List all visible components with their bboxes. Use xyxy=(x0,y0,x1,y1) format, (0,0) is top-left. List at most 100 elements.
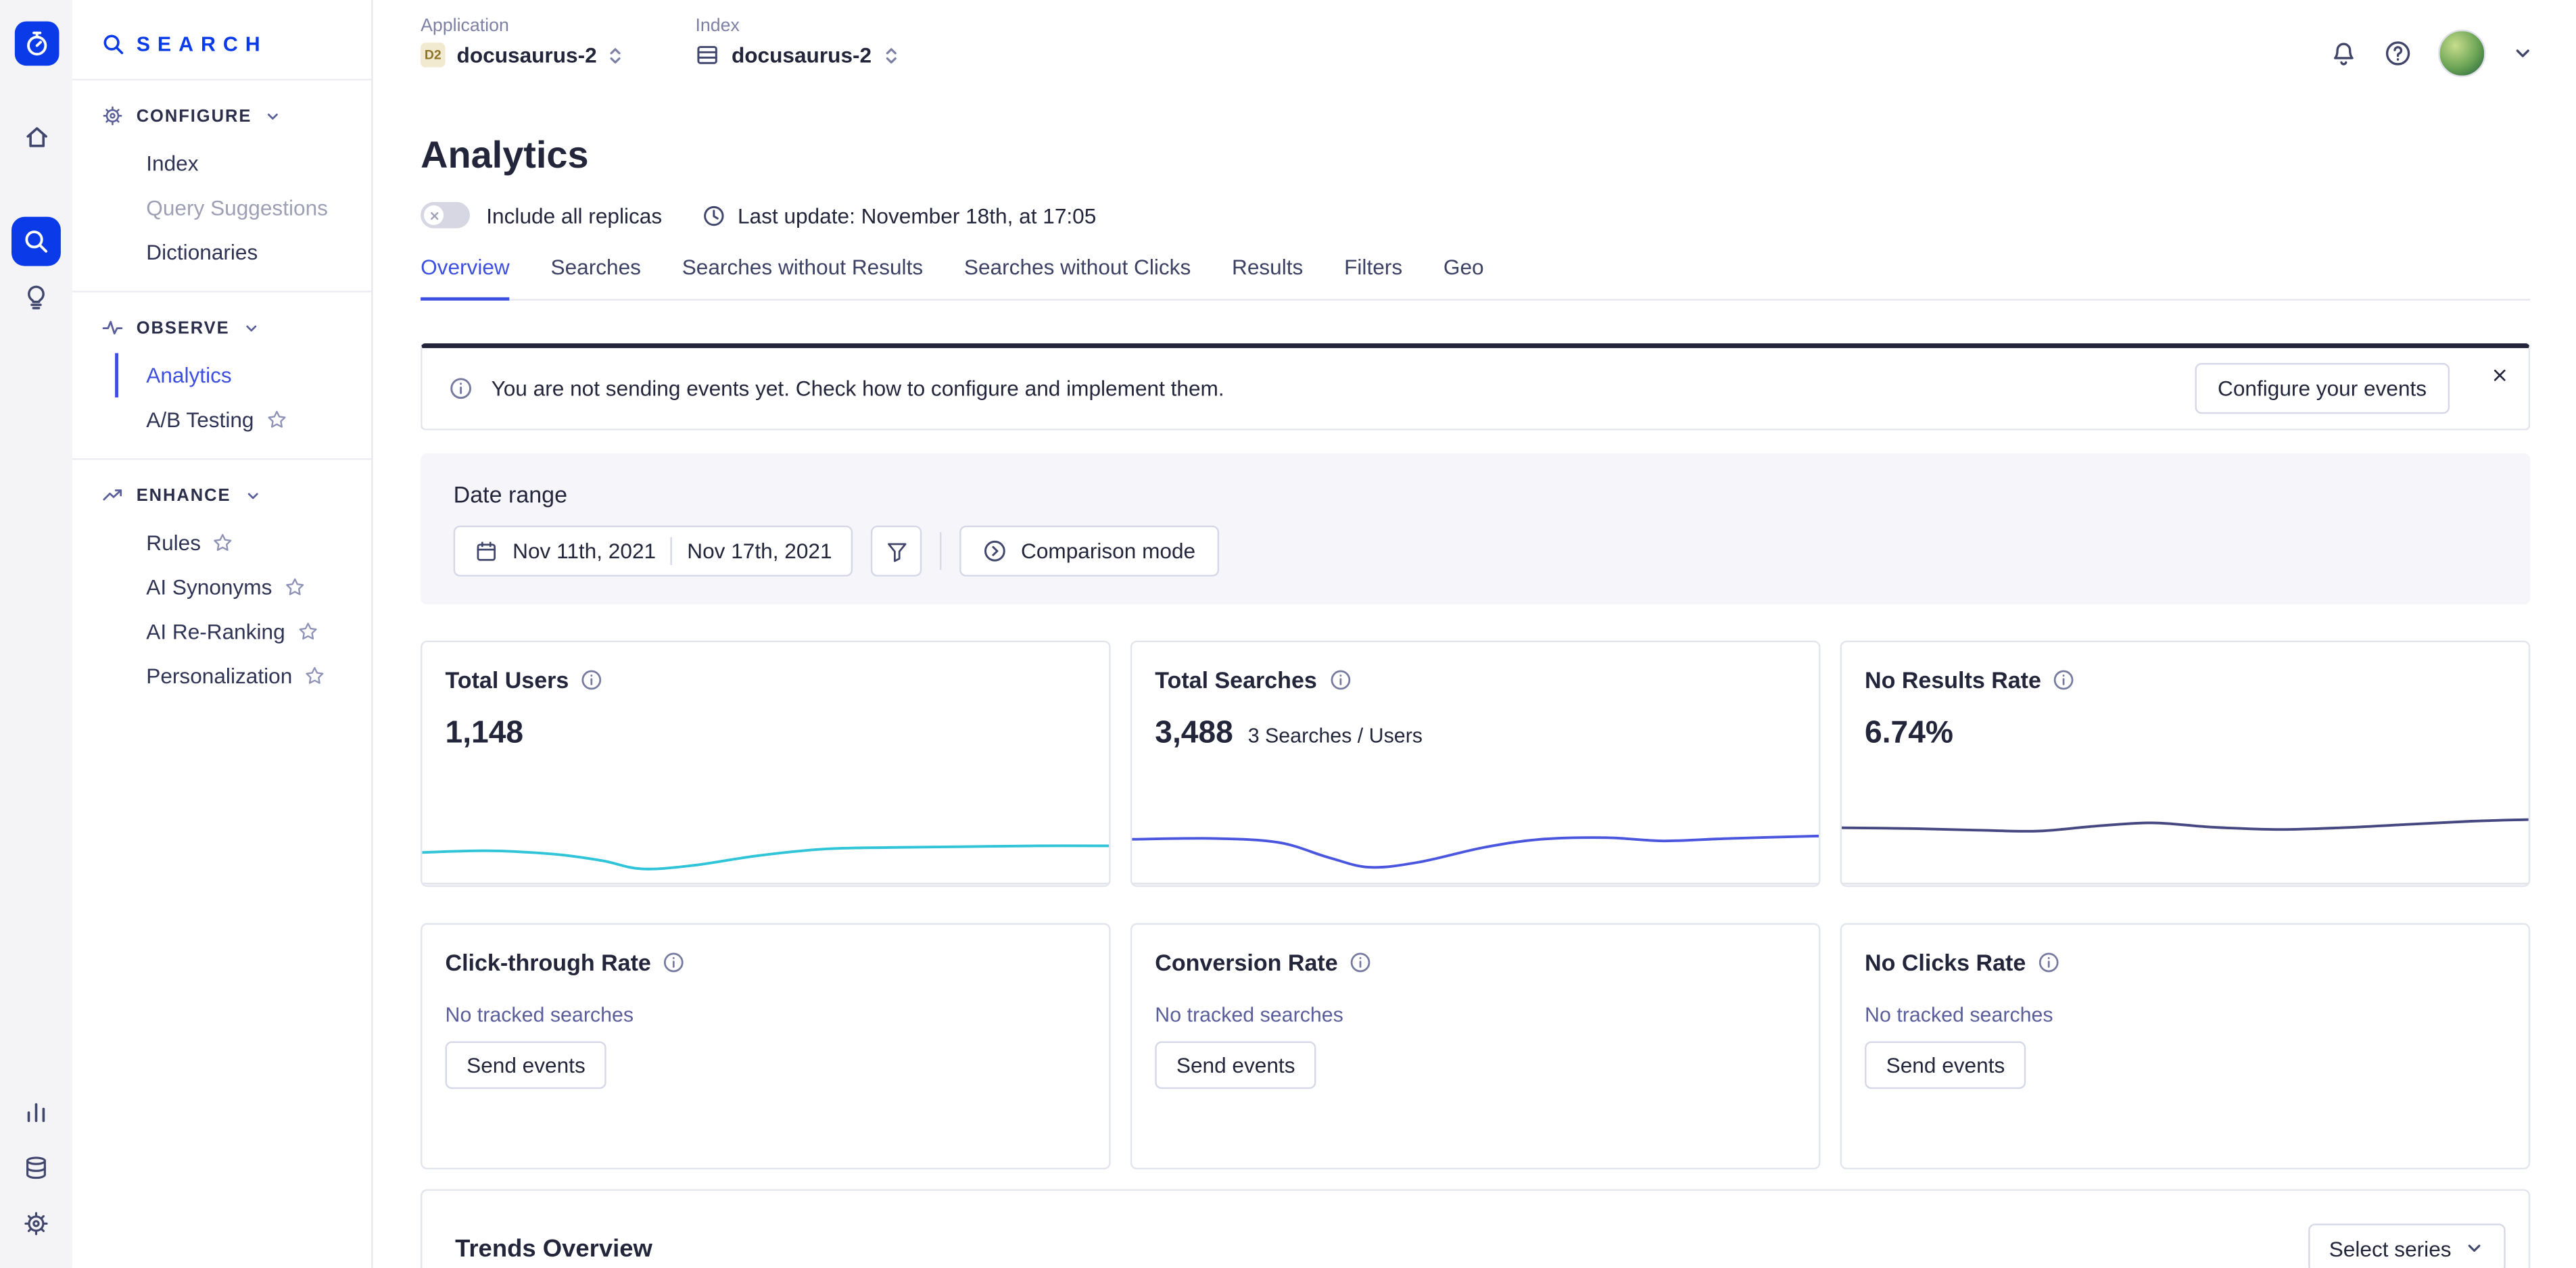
filter-button[interactable] xyxy=(872,526,922,577)
card-header: No Clicks Rate xyxy=(1842,925,2529,975)
sidebar-item-index[interactable]: Index xyxy=(115,141,371,186)
info-icon xyxy=(448,376,473,400)
info-icon[interactable] xyxy=(580,668,603,691)
application-selector-value[interactable]: D2 docusaurus-2 xyxy=(421,43,623,67)
tab-filters[interactable]: Filters xyxy=(1344,255,1402,301)
sidebar-item-rules[interactable]: Rules xyxy=(115,520,371,565)
section-label: CONFIGURE xyxy=(137,106,252,126)
trends-title: Trends Overview xyxy=(455,1234,652,1262)
select-series-button[interactable]: Select series xyxy=(2308,1223,2506,1268)
topbar: Application D2 docusaurus-2 Index docusa… xyxy=(373,0,2576,94)
sidebar-items: Index Query Suggestions Dictionaries xyxy=(72,141,371,291)
product-sidebar: SEARCH CONFIGURE Index Query Suggestions… xyxy=(72,0,373,1268)
star-icon xyxy=(304,665,325,687)
card-value-row: 3,488 3 Searches / Users xyxy=(1132,716,1819,752)
account-menu-button[interactable] xyxy=(2512,43,2533,64)
main-area: Application D2 docusaurus-2 Index docusa… xyxy=(373,0,2576,1268)
rail-usage-button[interactable] xyxy=(11,1088,61,1137)
bar-chart-icon xyxy=(23,1099,49,1125)
help-button[interactable] xyxy=(2384,39,2412,67)
card-header: Click-through Rate xyxy=(423,925,1110,975)
algolia-logo[interactable] xyxy=(14,22,59,66)
sidebar-item-ab-testing[interactable]: A/B Testing xyxy=(115,397,371,442)
sidebar-item-label: Index xyxy=(146,151,198,176)
card-header: Total Users xyxy=(423,642,1110,693)
send-events-button[interactable]: Send events xyxy=(1155,1042,1316,1089)
tab-geo[interactable]: Geo xyxy=(1444,255,1484,301)
sidebar-item-label: AI Re-Ranking xyxy=(146,619,285,643)
tab-searches[interactable]: Searches xyxy=(551,255,641,301)
rail-recommend-button[interactable] xyxy=(11,272,61,322)
index-selector-value[interactable]: docusaurus-2 xyxy=(695,43,897,67)
star-icon xyxy=(212,532,234,554)
comparison-mode-button[interactable]: Comparison mode xyxy=(960,526,1218,577)
product-brand-label: SEARCH xyxy=(137,33,268,56)
sidebar-section-enhance-header[interactable]: ENHANCE xyxy=(72,470,371,520)
card-subvalue: 3 Searches / Users xyxy=(1248,725,1423,748)
application-selector-label: Application xyxy=(421,16,623,36)
card-title: Click-through Rate xyxy=(446,950,651,976)
sidebar-item-label: Analytics xyxy=(146,363,231,387)
date-range-label: Date range xyxy=(454,481,2498,508)
star-icon xyxy=(266,409,287,431)
sidebar-item-analytics[interactable]: Analytics xyxy=(115,353,371,397)
calendar-icon xyxy=(475,539,498,562)
lightbulb-icon xyxy=(23,284,49,310)
rail-search-button[interactable] xyxy=(11,217,61,266)
include-replicas-toggle[interactable] xyxy=(421,202,470,228)
sparkline-path xyxy=(1842,820,2529,831)
rail-home-button[interactable] xyxy=(11,112,61,161)
conversion-rate-card: Conversion Rate No tracked searches Send… xyxy=(1130,923,1821,1170)
notifications-button[interactable] xyxy=(2330,39,2358,67)
tab-searches-without-results[interactable]: Searches without Results xyxy=(682,255,923,301)
send-events-button[interactable]: Send events xyxy=(446,1042,607,1089)
rail-settings-button[interactable] xyxy=(11,1199,61,1248)
sidebar-divider xyxy=(72,291,371,292)
tab-results[interactable]: Results xyxy=(1232,255,1303,301)
sidebar-section-configure-header[interactable]: CONFIGURE xyxy=(72,91,371,141)
card-title: Conversion Rate xyxy=(1155,950,1337,976)
sidebar-items: Rules AI Synonyms AI Re-Ranking Personal… xyxy=(72,520,371,714)
send-events-button[interactable]: Send events xyxy=(1865,1042,2026,1089)
product-brand[interactable]: SEARCH xyxy=(72,26,371,79)
info-icon[interactable] xyxy=(1329,668,1352,691)
sidebar-section-observe-header[interactable]: OBSERVE xyxy=(72,302,371,353)
info-icon[interactable] xyxy=(2037,951,2060,974)
sidebar-item-dictionaries[interactable]: Dictionaries xyxy=(115,230,371,274)
info-icon[interactable] xyxy=(1350,951,1373,974)
no-results-rate-card: No Results Rate 6.74% xyxy=(1840,641,2531,887)
banner-close-button[interactable] xyxy=(2491,363,2509,385)
configure-events-button[interactable]: Configure your events xyxy=(2195,363,2450,414)
application-badge: D2 xyxy=(421,43,445,67)
rail-data-button[interactable] xyxy=(11,1143,61,1192)
stat-cards-row: Total Users 1,148 Total Searches xyxy=(421,641,2530,887)
page-meta-row: Include all replicas Last update: Novemb… xyxy=(421,202,2530,228)
trend-up-icon xyxy=(102,485,124,506)
click-through-rate-card: Click-through Rate No tracked searches S… xyxy=(421,923,1111,1170)
sidebar-item-personalization[interactable]: Personalization xyxy=(115,654,371,698)
date-range-picker[interactable]: Nov 11th, 2021 Nov 17th, 2021 xyxy=(454,526,853,577)
sidebar-section-configure: CONFIGURE Index Query Suggestions Dictio… xyxy=(72,91,371,291)
sidebar-item-query-suggestions[interactable]: Query Suggestions xyxy=(115,186,371,230)
user-avatar[interactable] xyxy=(2438,30,2485,77)
info-icon[interactable] xyxy=(2053,668,2076,691)
date-range-panel: Date range Nov 11th, 2021 Nov 17th, 2021 xyxy=(421,454,2530,605)
tab-overview[interactable]: Overview xyxy=(421,255,510,301)
compare-icon xyxy=(983,539,1007,563)
last-update-text: Last update: November 18th, at 17:05 xyxy=(738,203,1096,227)
comparison-mode-label: Comparison mode xyxy=(1021,539,1195,563)
application-name: docusaurus-2 xyxy=(457,43,597,67)
sidebar-section-observe: OBSERVE Analytics A/B Testing xyxy=(72,302,371,458)
no-results-rate-sparkline xyxy=(1842,795,2529,885)
tab-searches-without-clicks[interactable]: Searches without Clicks xyxy=(964,255,1191,301)
sidebar-item-ai-re-ranking[interactable]: AI Re-Ranking xyxy=(115,610,371,654)
star-icon xyxy=(297,621,318,643)
sidebar-item-ai-synonyms[interactable]: AI Synonyms xyxy=(115,565,371,610)
card-value: 1,148 xyxy=(446,716,524,752)
info-icon[interactable] xyxy=(663,951,686,974)
sidebar-item-label: Dictionaries xyxy=(146,240,258,264)
sidebar-items: Analytics A/B Testing xyxy=(72,353,371,458)
clock-icon xyxy=(701,203,725,227)
trends-overview-card: Trends Overview Select series xyxy=(421,1189,2530,1268)
sidebar-section-enhance: ENHANCE Rules AI Synonyms AI Re-Ranking … xyxy=(72,470,371,714)
